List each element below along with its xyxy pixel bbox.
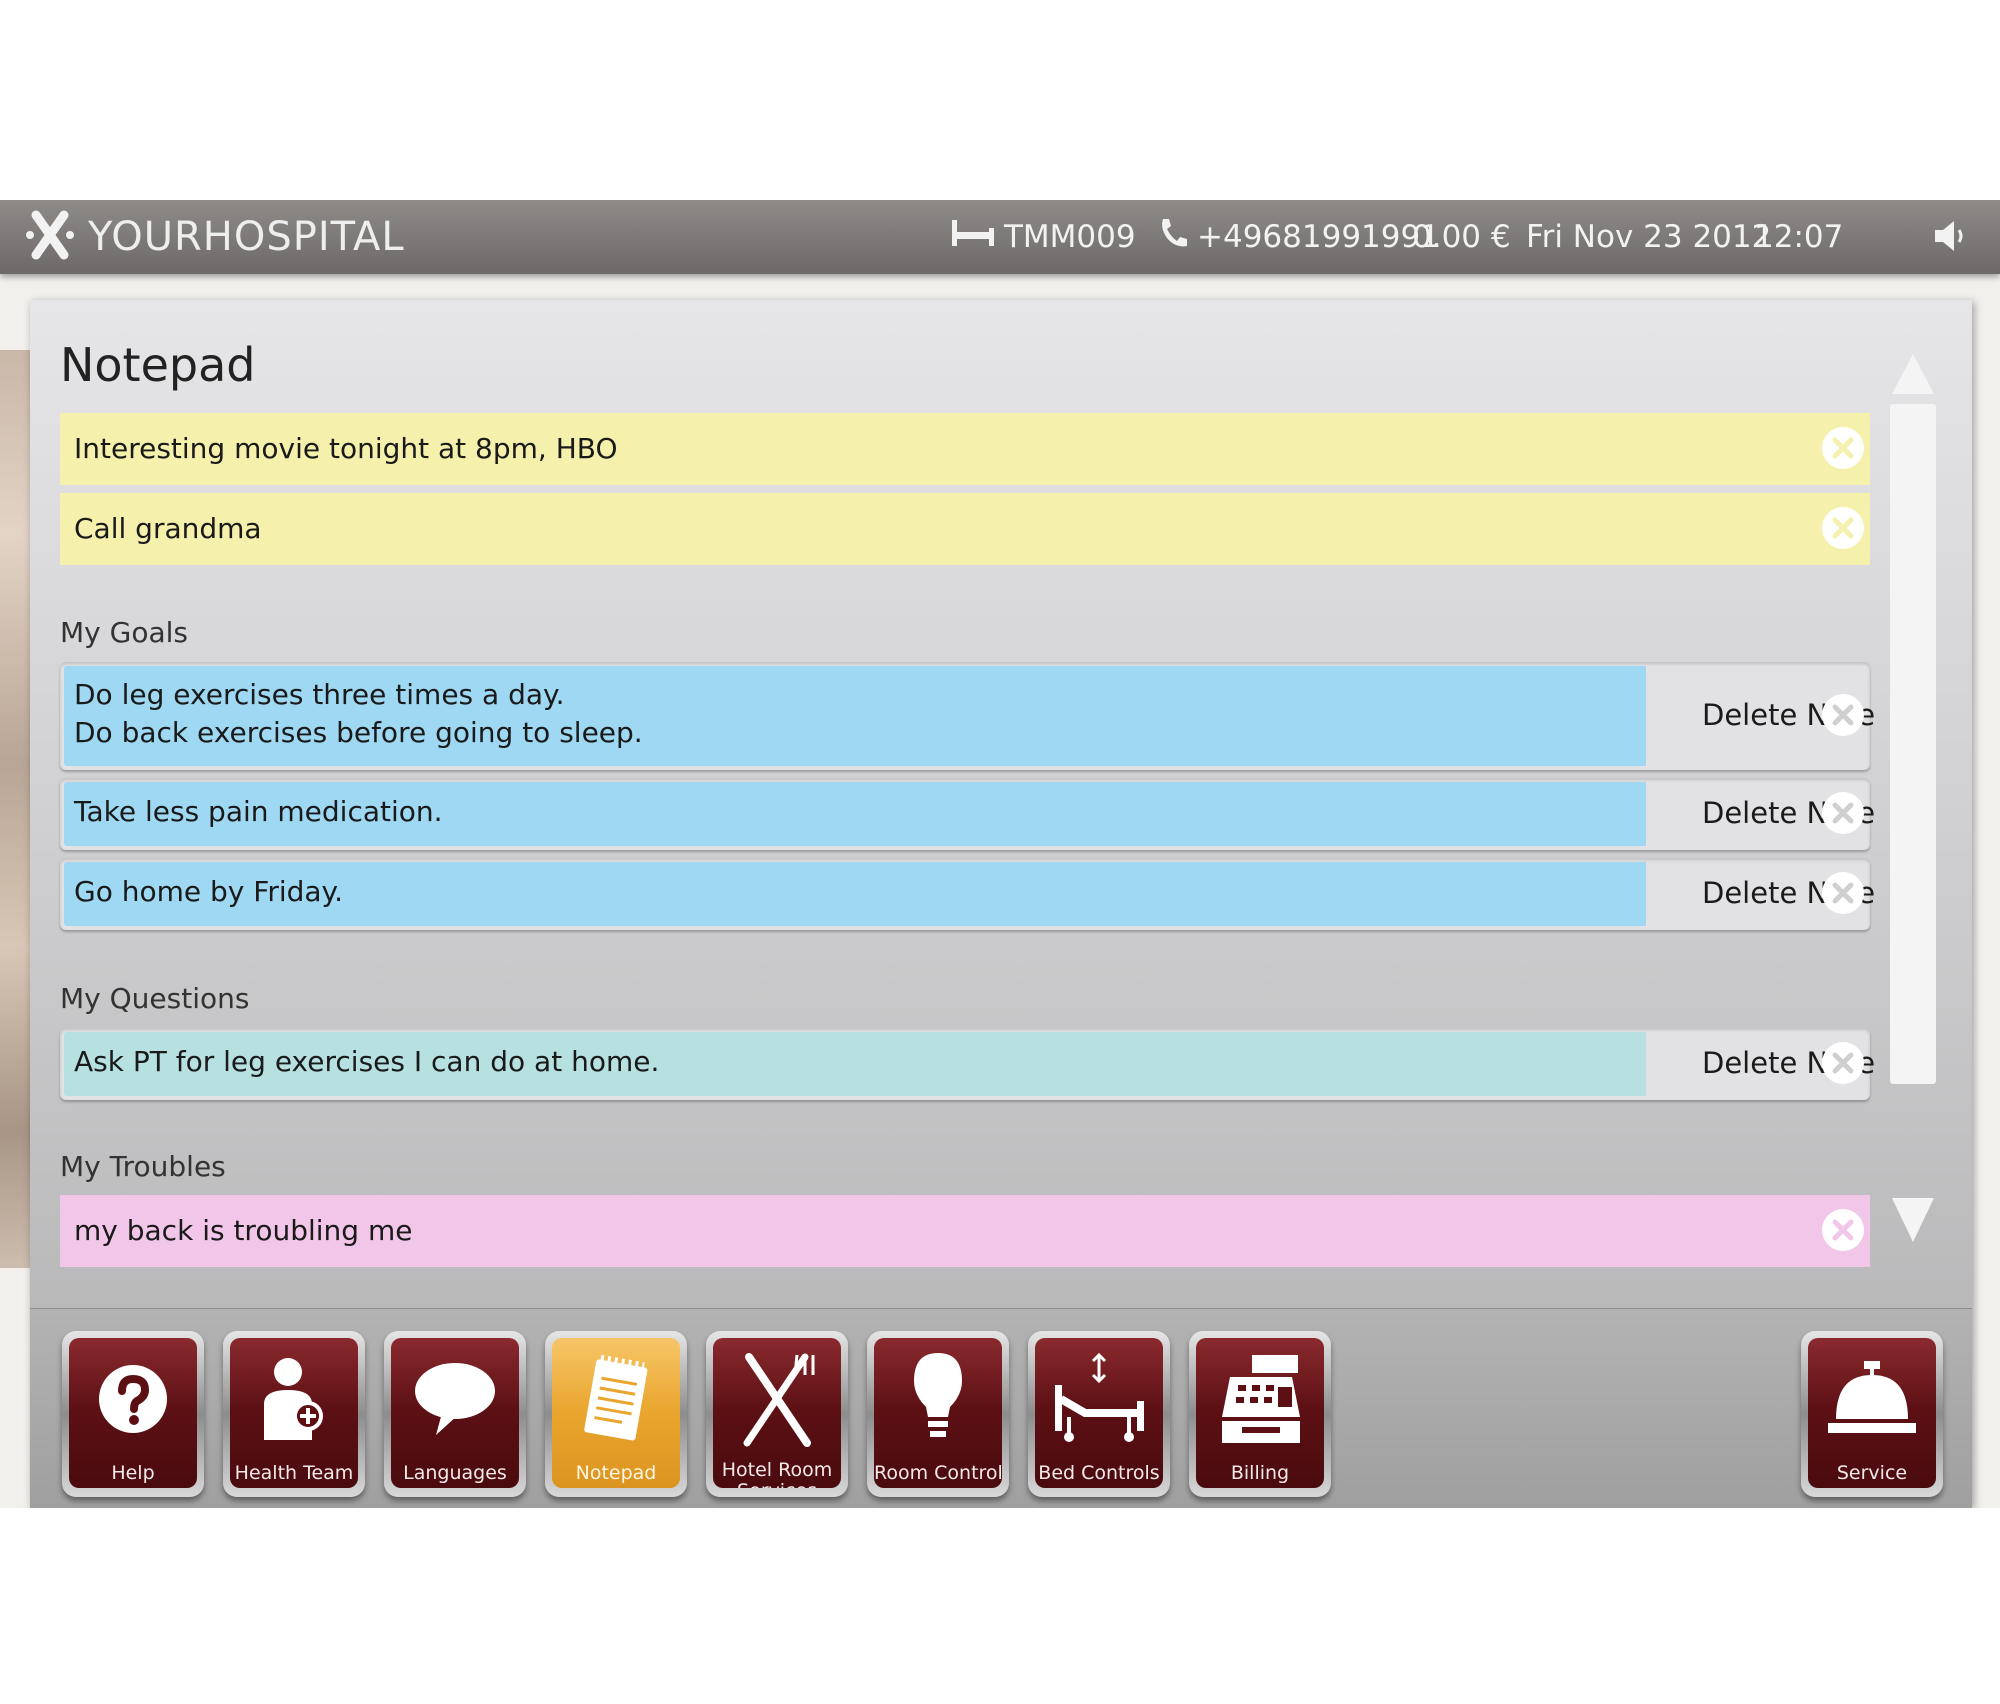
dock-button-hotel-room-services[interactable]: Hotel Room Services: [706, 1331, 848, 1497]
dock-button-service[interactable]: Service: [1801, 1331, 1943, 1497]
bed-id: TMM009: [1004, 219, 1136, 255]
dock-button-room-controls[interactable]: Room Controls: [867, 1331, 1009, 1497]
phone-number: +49681991991: [1197, 219, 1440, 255]
phone-status: +49681991991: [1157, 200, 1440, 274]
dock-label: Help: [111, 1462, 155, 1484]
health-team-icon: [230, 1346, 358, 1452]
balance: 0.00 €: [1412, 219, 1511, 255]
speaker-icon[interactable]: [1932, 218, 1968, 258]
brand: YOURHOSPITAL: [22, 208, 405, 266]
dock-button-billing[interactable]: Billing: [1189, 1331, 1331, 1497]
dock-button-bed-controls[interactable]: Bed Controls: [1028, 1331, 1170, 1497]
goal-note[interactable]: Do leg exercises three times a day. Do b…: [60, 662, 1875, 770]
quick-note[interactable]: Interesting movie tonight at 8pm, HBO: [60, 413, 1870, 485]
bed-icon: [950, 218, 1004, 256]
note-text-line: Go home by Friday.: [74, 875, 344, 908]
question-note[interactable]: Ask PT for leg exercises I can do at hom…: [60, 1028, 1875, 1100]
note-text-line: my back is troubling me: [74, 1214, 413, 1247]
goal-note[interactable]: Go home by Friday. Delete Note: [60, 858, 1875, 930]
lightbulb-icon: [874, 1346, 1002, 1452]
notepad-panel: Notepad Interesting movie tonight at 8pm…: [30, 300, 1972, 1508]
background-photo: [0, 350, 34, 1268]
quick-note[interactable]: Call grandma: [60, 493, 1870, 565]
scroll-down-arrow-icon[interactable]: [1890, 1196, 1936, 1248]
dock-label: Health Team: [234, 1462, 354, 1484]
brand-name: YOURHOSPITAL: [88, 214, 405, 260]
dock-button-notepad[interactable]: Notepad: [545, 1331, 687, 1497]
dock-label: Hotel Room Services: [721, 1459, 833, 1489]
goal-note[interactable]: Take less pain medication. Delete Note: [60, 778, 1875, 850]
section-label-goals: My Goals: [60, 616, 188, 649]
note-text-line: Ask PT for leg exercises I can do at hom…: [74, 1045, 660, 1078]
time: 12:07: [1754, 219, 1844, 255]
scrollbar-track[interactable]: [1890, 404, 1936, 1084]
dock-label: Notepad: [575, 1462, 657, 1484]
delete-note-icon[interactable]: [1822, 507, 1864, 549]
dock-label: Languages: [403, 1462, 507, 1484]
page-title: Notepad: [60, 338, 256, 392]
dock-label: Service: [1836, 1462, 1908, 1484]
delete-note-icon[interactable]: [1822, 872, 1864, 914]
note-text-line: Do back exercises before going to sleep.: [74, 716, 643, 749]
cutlery-icon: [713, 1346, 841, 1452]
trouble-note[interactable]: my back is troubling me: [60, 1195, 1870, 1267]
delete-note-icon[interactable]: [1822, 694, 1864, 736]
delete-note-icon[interactable]: [1822, 1209, 1864, 1251]
scroll-up-arrow-icon[interactable]: [1890, 352, 1936, 400]
adjustable-bed-icon: [1035, 1346, 1163, 1452]
top-bar: YOURHOSPITAL TMM009 +49681991991 0.00 € …: [0, 200, 2000, 274]
delete-note-icon[interactable]: [1822, 792, 1864, 834]
section-label-troubles: My Troubles: [60, 1150, 226, 1183]
service-bell-icon: [1808, 1346, 1936, 1452]
cash-register-icon: [1196, 1346, 1324, 1452]
delete-note-icon[interactable]: [1822, 427, 1864, 469]
dock-button-languages[interactable]: Languages: [384, 1331, 526, 1497]
phone-icon: [1157, 216, 1197, 258]
dock-label: Bed Controls: [1038, 1462, 1160, 1484]
speech-bubble-icon: [391, 1346, 519, 1452]
bottom-dock: Help Health Team Languages Notepad Hotel…: [30, 1308, 1972, 1508]
section-label-questions: My Questions: [60, 982, 250, 1015]
x-logo-icon: [22, 207, 78, 267]
dock-label: Billing: [1230, 1462, 1290, 1484]
note-text-line: Take less pain medication.: [74, 795, 443, 828]
delete-note-icon[interactable]: [1822, 1042, 1864, 1084]
dock-button-help[interactable]: Help: [62, 1331, 204, 1497]
help-icon: [69, 1346, 197, 1452]
dock-label: Room Controls: [874, 1462, 1002, 1484]
notepad-icon: [552, 1346, 680, 1452]
note-text: Interesting movie tonight at 8pm, HBO: [74, 432, 618, 465]
bed-status: TMM009: [950, 200, 1136, 274]
dock-button-health-team[interactable]: Health Team: [223, 1331, 365, 1497]
note-text-line: Do leg exercises three times a day.: [74, 678, 565, 711]
date: Fri Nov 23 2012: [1526, 219, 1772, 255]
note-text: Call grandma: [74, 512, 262, 545]
hospital-app: YOURHOSPITAL TMM009 +49681991991 0.00 € …: [0, 200, 2000, 1508]
